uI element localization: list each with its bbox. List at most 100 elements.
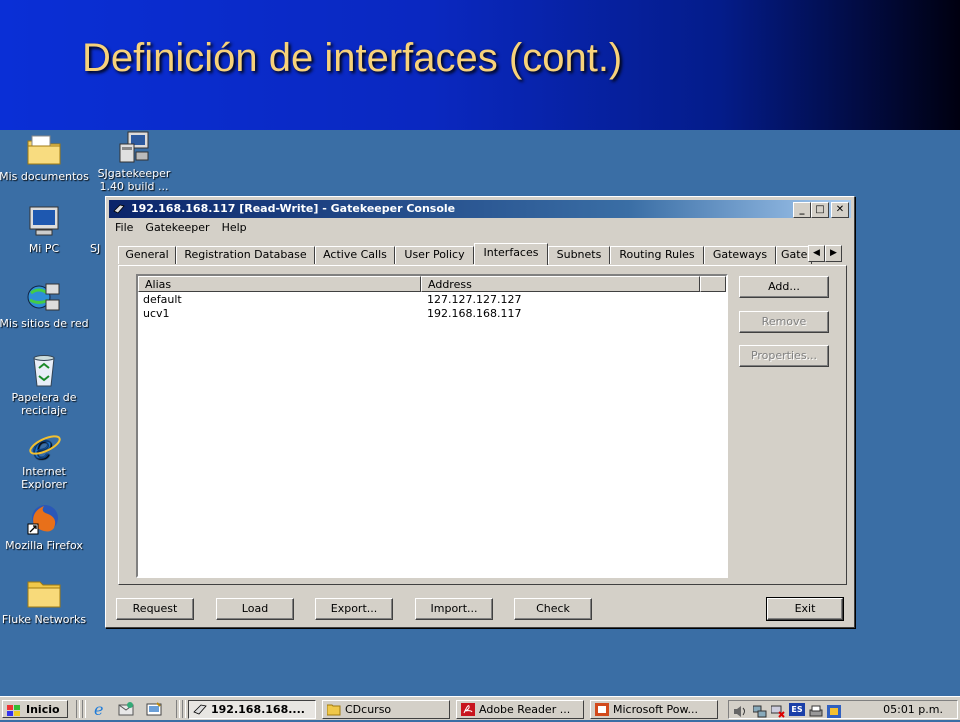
- network-tray-icon[interactable]: [752, 703, 767, 718]
- ie-quicklaunch-icon[interactable]: e: [92, 700, 108, 719]
- desktop-icon-my-documents[interactable]: Mis documentos: [0, 133, 90, 183]
- add-button[interactable]: Add...: [739, 276, 829, 298]
- computer-app-icon: [116, 130, 152, 164]
- alias-cell: ucv1: [143, 307, 170, 320]
- check-button[interactable]: Check: [514, 598, 592, 620]
- menu-help[interactable]: Help: [216, 219, 253, 234]
- taskbar-separator: [176, 700, 180, 718]
- computer-icon: [26, 205, 62, 239]
- desktop-icon-recycle-bin[interactable]: Papelera de reciclaje: [0, 354, 90, 417]
- tab-registration-database[interactable]: Registration Database: [176, 246, 315, 264]
- menu-bar: File Gatekeeper Help: [109, 219, 253, 237]
- windows-logo-icon: [7, 704, 21, 716]
- start-label: Inicio: [26, 703, 60, 716]
- exit-button[interactable]: Exit: [766, 597, 844, 621]
- desktop-icon-label: Papelera de reciclaje: [11, 391, 77, 417]
- desktop-icon-label: Mozilla Firefox: [5, 539, 83, 552]
- desktop-icon-label: Mis documentos: [0, 170, 89, 183]
- ie-icon: e: [26, 427, 62, 467]
- slide-header: Definición de interfaces (cont.): [0, 0, 960, 130]
- task-label: Microsoft Pow...: [613, 703, 699, 716]
- maximize-button[interactable]: □: [811, 202, 829, 218]
- task-gatekeeper[interactable]: 192.168.168....: [188, 700, 316, 719]
- volume-icon[interactable]: [733, 703, 747, 717]
- desktop-icon-mozilla-firefox[interactable]: Mozilla Firefox: [0, 502, 90, 552]
- taskbar-separator: [82, 700, 86, 718]
- show-desktop-icon[interactable]: [146, 701, 162, 717]
- menu-file[interactable]: File: [109, 219, 139, 234]
- desktop-icon-label: SJ: [90, 242, 101, 255]
- task-powerpoint[interactable]: Microsoft Pow...: [590, 700, 718, 719]
- interfaces-list[interactable]: Alias Address default 127.127.127.127 uc…: [136, 274, 728, 578]
- clock[interactable]: 05:01 p.m.: [883, 702, 943, 718]
- svg-text:e: e: [94, 701, 103, 717]
- tab-general[interactable]: General: [118, 246, 176, 264]
- taskbar-separator: [182, 700, 186, 718]
- gatekeeper-console-window: 192.168.168.117 [Read-Write] - Gatekeepe…: [105, 196, 855, 628]
- desktop-icon-label: Mi PC: [28, 242, 60, 255]
- tab-scroll-right-button[interactable]: ▶: [825, 245, 842, 262]
- request-button[interactable]: Request: [116, 598, 194, 620]
- address-cell: 127.127.127.127: [427, 293, 522, 306]
- desktop-icon-internet-explorer[interactable]: e Internet Explorer: [0, 427, 90, 491]
- load-button[interactable]: Load: [216, 598, 294, 620]
- desktop-icon-network-places[interactable]: Mis sitios de red: [0, 280, 90, 330]
- column-header-filler: [700, 276, 726, 292]
- gatekeeper-app-icon: [113, 203, 125, 215]
- desktop-icon-label: Fluke Networks: [1, 613, 87, 626]
- desktop-icon-my-pc[interactable]: Mi PC: [0, 205, 90, 255]
- outlook-quicklaunch-icon[interactable]: [118, 701, 134, 717]
- export-button[interactable]: Export...: [315, 598, 393, 620]
- network-disconnected-icon[interactable]: [770, 703, 785, 718]
- tab-interfaces[interactable]: Interfaces: [474, 243, 548, 265]
- taskbar: Inicio e 192.168.168.... CDcurso Adobe R…: [0, 696, 960, 720]
- folder-icon: [26, 576, 62, 610]
- recycle-bin-icon: [26, 354, 62, 388]
- slide-title: Definición de interfaces (cont.): [82, 36, 623, 80]
- printer-tray-icon[interactable]: [809, 703, 823, 717]
- app-tray-icon[interactable]: [827, 703, 841, 718]
- task-label: CDcurso: [345, 703, 392, 716]
- window-titlebar[interactable]: 192.168.168.117 [Read-Write] - Gatekeepe…: [109, 200, 851, 218]
- desktop-icon-fluke-networks[interactable]: Fluke Networks: [0, 576, 90, 626]
- address-cell: 192.168.168.117: [427, 307, 522, 320]
- list-row[interactable]: ucv1 192.168.168.117: [138, 307, 726, 321]
- tab-routing-rules[interactable]: Routing Rules: [610, 246, 704, 264]
- tab-user-policy[interactable]: User Policy: [395, 246, 474, 264]
- task-adobe-reader[interactable]: Adobe Reader ...: [456, 700, 584, 719]
- tab-active-calls[interactable]: Active Calls: [315, 246, 395, 264]
- desktop-icon-sj-truncated: SJ: [90, 205, 104, 255]
- desktop-icon-label: Mis sitios de red: [0, 317, 89, 330]
- desktop-icon-sjgatekeeper[interactable]: SJgatekeeper 1.40 build ...: [88, 130, 180, 193]
- list-row[interactable]: default 127.127.127.127: [138, 293, 726, 307]
- close-button[interactable]: ✕: [831, 202, 849, 218]
- taskbar-separator: [76, 700, 80, 718]
- remove-button[interactable]: Remove: [739, 311, 829, 333]
- tab-gateways[interactable]: Gateways: [704, 246, 776, 264]
- task-label: Adobe Reader ...: [479, 703, 571, 716]
- tab-subnets[interactable]: Subnets: [548, 246, 610, 264]
- network-icon: [26, 280, 62, 314]
- task-cdcurso[interactable]: CDcurso: [322, 700, 450, 719]
- task-label: 192.168.168....: [211, 703, 305, 716]
- menu-gatekeeper[interactable]: Gatekeeper: [139, 219, 215, 234]
- interfaces-panel: Alias Address default 127.127.127.127 uc…: [118, 265, 847, 585]
- desktop-icon-label: Internet Explorer: [21, 465, 67, 491]
- folder-documents-icon: [26, 133, 62, 167]
- alias-cell: default: [143, 293, 182, 306]
- gatekeeper-icon: [193, 703, 207, 716]
- tab-gate-truncated[interactable]: Gate: [776, 246, 812, 264]
- folder-icon: [326, 703, 341, 716]
- tab-scroll-left-button[interactable]: ◀: [808, 245, 825, 262]
- window-title: 192.168.168.117 [Read-Write] - Gatekeepe…: [131, 202, 456, 215]
- language-indicator[interactable]: ES: [789, 703, 805, 716]
- adobe-reader-icon: [461, 703, 475, 716]
- firefox-icon: [26, 502, 62, 536]
- import-button[interactable]: Import...: [415, 598, 493, 620]
- column-header-address[interactable]: Address: [421, 276, 700, 292]
- start-button[interactable]: Inicio: [2, 700, 68, 718]
- minimize-button[interactable]: _: [793, 202, 811, 218]
- properties-button[interactable]: Properties...: [739, 345, 829, 367]
- column-header-alias[interactable]: Alias: [138, 276, 421, 292]
- desktop-icon-label: SJgatekeeper 1.40 build ...: [97, 167, 171, 193]
